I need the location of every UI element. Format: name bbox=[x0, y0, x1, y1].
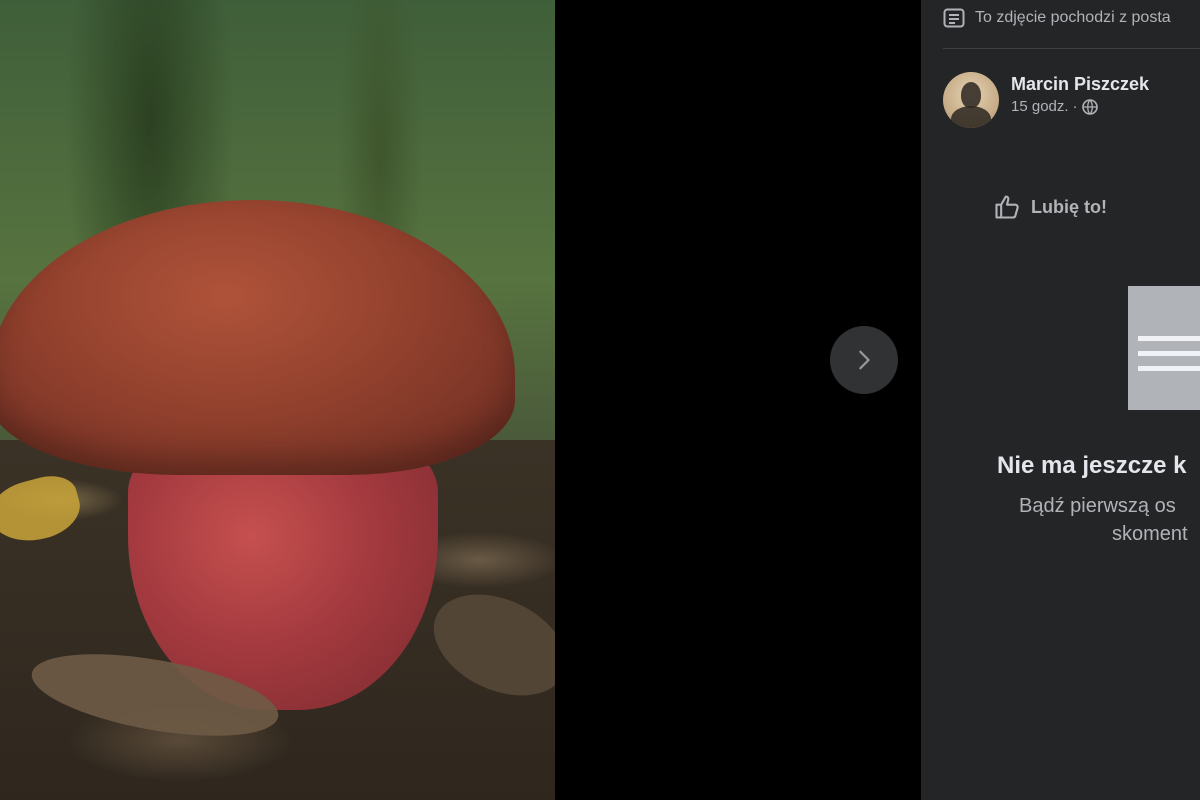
avatar-head bbox=[961, 82, 981, 108]
photo-stage bbox=[555, 0, 921, 800]
illustration-line bbox=[1138, 336, 1200, 341]
mushroom-cap bbox=[0, 200, 515, 475]
illustration-line bbox=[1138, 366, 1200, 371]
post-meta: 15 godz. · bbox=[1011, 98, 1149, 115]
post-source-link[interactable]: To zdjęcie pochodzi z posta bbox=[943, 8, 1171, 28]
post-time[interactable]: 15 godz. bbox=[1011, 98, 1069, 115]
avatar-shoulders bbox=[951, 106, 991, 128]
divider bbox=[943, 48, 1200, 49]
post-source-text: To zdjęcie pochodzi z posta bbox=[975, 9, 1171, 26]
no-comments-illustration bbox=[1128, 286, 1200, 410]
thumbs-up-icon bbox=[995, 195, 1019, 219]
post-icon bbox=[943, 8, 965, 28]
meta-separator: · bbox=[1072, 98, 1078, 115]
avatar[interactable] bbox=[943, 72, 999, 128]
illustration-line bbox=[1138, 351, 1200, 356]
next-photo-button[interactable] bbox=[830, 326, 898, 394]
author-name[interactable]: Marcin Piszczek bbox=[1011, 74, 1149, 95]
photo bbox=[0, 0, 555, 800]
globe-icon[interactable] bbox=[1081, 98, 1098, 115]
no-comments-subtitle: Bądź pierwszą os bbox=[1019, 495, 1176, 517]
no-comments-title: Nie ma jeszcze k bbox=[997, 452, 1187, 479]
like-label: Lubię to! bbox=[1031, 196, 1107, 217]
post-author: Marcin Piszczek 15 godz. · bbox=[943, 72, 1149, 128]
post-sidebar: To zdjęcie pochodzi z posta Marcin Piszc… bbox=[921, 0, 1200, 800]
chevron-right-icon bbox=[859, 350, 870, 370]
no-comments-subtitle-2: skoment bbox=[1112, 523, 1188, 545]
like-button[interactable]: Lubię to! bbox=[993, 193, 1107, 221]
